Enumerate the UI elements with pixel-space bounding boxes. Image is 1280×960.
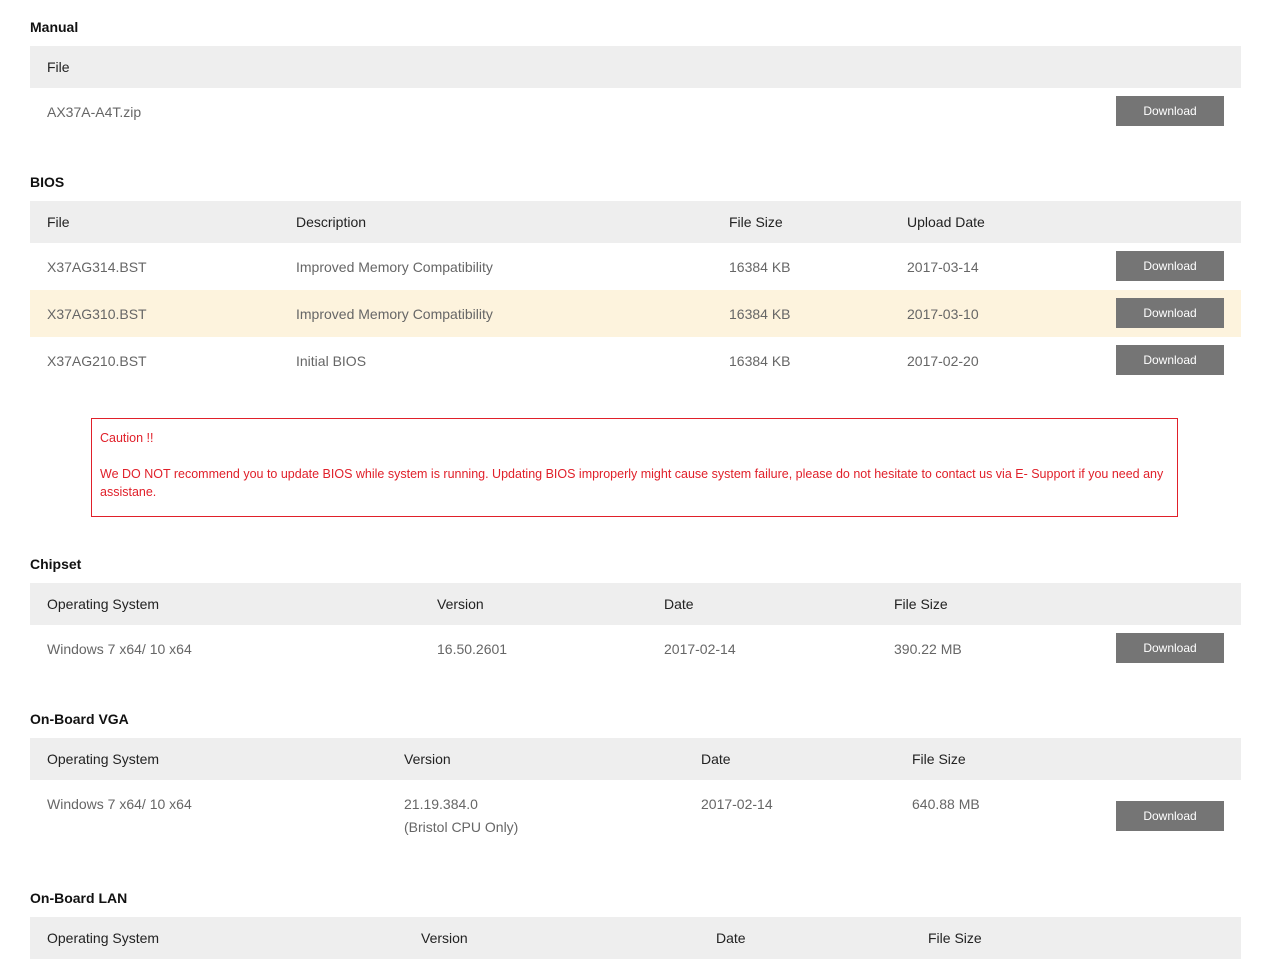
date: 2017-02-14 <box>664 640 736 657</box>
version: 16.50.2601 <box>437 640 508 657</box>
column-header: Date <box>664 596 694 612</box>
description: Improved Memory Compatibility <box>296 305 493 322</box>
column-header: Version <box>421 930 468 946</box>
download-button[interactable]: Download <box>1116 298 1224 328</box>
column-header: Description <box>296 214 367 230</box>
file-name: AX37A-A4T.zip <box>47 103 142 120</box>
file-name: X37AG314.BST <box>47 258 147 275</box>
upload-date: 2017-03-14 <box>907 258 979 275</box>
column-header: File Size <box>912 751 966 767</box>
column-header: Operating System <box>47 751 160 767</box>
column-header: Version <box>437 596 484 612</box>
vga-table: Operating System Version Date File Size … <box>30 738 1241 858</box>
table-row: Windows 7 x64/ 10 x64 21.19.384.0 (Brist… <box>30 780 1241 858</box>
download-button[interactable]: Download <box>1116 633 1224 663</box>
download-button[interactable]: Download <box>1116 345 1224 375</box>
description: Improved Memory Compatibility <box>296 258 493 275</box>
section-title-manual: Manual <box>30 19 79 35</box>
table-row: AX37A-A4T.zip Download <box>30 88 1241 135</box>
file-size: 16384 KB <box>729 258 791 275</box>
upload-date: 2017-02-20 <box>907 352 979 369</box>
file-size: 16384 KB <box>729 305 791 322</box>
file-name: X37AG210.BST <box>47 352 147 369</box>
download-button[interactable]: Download <box>1116 251 1224 281</box>
column-header: File Size <box>928 930 982 946</box>
bios-table: File Description File Size Upload Date X… <box>30 201 1241 384</box>
table-row: Windows 7 x64/ 10 x64 16.50.2601 2017-02… <box>30 625 1241 672</box>
caution-text: We DO NOT recommend you to update BIOS w… <box>100 467 1164 499</box>
download-button[interactable]: Download <box>1116 801 1224 831</box>
file-size: 390.22 MB <box>894 640 962 657</box>
version-note: (Bristol CPU Only) <box>404 819 519 835</box>
section-title-chipset: Chipset <box>30 556 82 572</box>
table-header: Operating System Version Date File Size <box>30 917 1241 959</box>
column-header: Operating System <box>47 930 160 946</box>
table-row: X37AG314.BST Improved Memory Compatibili… <box>30 243 1241 290</box>
column-header: File Size <box>729 214 783 230</box>
operating-system: Windows 7 x64/ 10 x64 <box>47 640 192 657</box>
version-cell: 21.19.384.0 (Bristol CPU Only) <box>404 780 518 835</box>
table-row: X37AG310.BST Improved Memory Compatibili… <box>30 290 1241 337</box>
description: Initial BIOS <box>296 352 367 369</box>
table-header: File <box>30 46 1241 88</box>
section-title-vga: On-Board VGA <box>30 711 129 727</box>
caution-box: Caution !! We DO NOT recommend you to up… <box>91 418 1178 517</box>
column-header: File Size <box>894 596 948 612</box>
table-header: File Description File Size Upload Date <box>30 201 1241 243</box>
operating-system: Windows 7 x64/ 10 x64 <box>47 796 192 812</box>
version: 21.19.384.0 <box>404 796 478 812</box>
chipset-table: Operating System Version Date File Size … <box>30 583 1241 672</box>
file-size: 640.88 MB <box>912 796 980 812</box>
section-title-bios: BIOS <box>30 174 65 190</box>
column-header: Date <box>701 751 731 767</box>
table-header: Operating System Version Date File Size <box>30 738 1241 780</box>
download-button[interactable]: Download <box>1116 96 1224 126</box>
date: 2017-02-14 <box>701 796 773 812</box>
upload-date: 2017-03-10 <box>907 305 979 322</box>
column-header: Upload Date <box>907 214 985 230</box>
column-header: File <box>47 214 70 230</box>
section-title-lan: On-Board LAN <box>30 890 128 906</box>
column-header: Date <box>716 930 746 946</box>
column-header: Operating System <box>47 596 160 612</box>
file-name: X37AG310.BST <box>47 305 147 322</box>
column-header: File <box>47 59 70 75</box>
table-header: Operating System Version Date File Size <box>30 583 1241 625</box>
table-row: X37AG210.BST Initial BIOS 16384 KB 2017-… <box>30 337 1241 384</box>
manual-table: File AX37A-A4T.zip Download <box>30 46 1241 135</box>
column-header: Version <box>404 751 451 767</box>
lan-table: Operating System Version Date File Size <box>30 917 1241 959</box>
caution-title: Caution !! <box>100 431 154 445</box>
file-size: 16384 KB <box>729 352 791 369</box>
